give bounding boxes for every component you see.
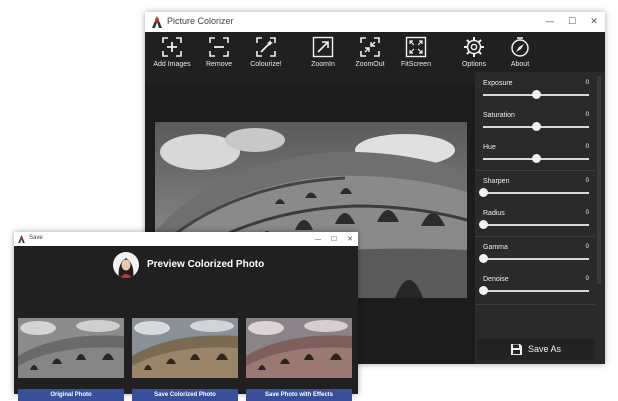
denoise-value: 0	[585, 276, 589, 282]
zoom-out-icon	[360, 37, 380, 57]
add-images-label: Add Images	[153, 61, 191, 68]
adjustments-panel: Exposure 0 Saturation 0 Hue 0 Sharpen 0 …	[475, 72, 605, 364]
app-logo-icon	[18, 235, 25, 243]
panel-divider	[475, 236, 595, 237]
save-colorized-card[interactable]: Save Colorized Photo	[132, 318, 238, 401]
radius-value: 0	[585, 210, 589, 216]
add-images-icon	[162, 37, 182, 57]
denoise-slider[interactable]: Denoise 0	[479, 276, 589, 306]
compass-icon	[511, 37, 529, 57]
preview-window: Save — ☐ ✕ Preview Colorized Photo Origi…	[14, 232, 358, 401]
slider-thumb[interactable]	[479, 254, 488, 263]
slider-thumb[interactable]	[479, 220, 488, 229]
preview-window-title: Save	[29, 235, 43, 241]
colourize-button[interactable]: Colourize!	[243, 36, 289, 68]
hue-label: Hue	[483, 144, 496, 151]
sharpen-label: Sharpen	[483, 178, 510, 185]
exposure-label: Exposure	[483, 80, 513, 87]
sharpen-value: 0	[585, 178, 589, 184]
hue-value: 0	[585, 144, 589, 150]
minimize-button[interactable]: —	[539, 12, 561, 32]
zoom-out-label: ZoomOut	[355, 61, 385, 68]
slider-thumb[interactable]	[532, 90, 541, 99]
colorized-photo-thumbnail	[132, 318, 238, 378]
gamma-value: 0	[585, 244, 589, 250]
minimize-button[interactable]: —	[310, 232, 326, 246]
slider-track[interactable]	[483, 290, 589, 292]
options-label: Options	[461, 61, 487, 68]
avatar	[113, 252, 139, 278]
fit-screen-icon	[405, 36, 427, 58]
original-photo-thumbnail	[18, 318, 124, 378]
exposure-value: 0	[585, 80, 589, 86]
saturation-slider[interactable]: Saturation 0	[483, 112, 589, 142]
main-window-title: Picture Colorizer	[167, 16, 234, 26]
maximize-button[interactable]: ☐	[326, 232, 342, 246]
save-with-effects-card[interactable]: Save Photo with Effects	[246, 318, 352, 401]
remove-icon	[209, 37, 229, 57]
save-as-label: Save As	[527, 344, 562, 354]
slider-track[interactable]	[483, 258, 589, 260]
original-photo-card[interactable]: Original Photo	[18, 318, 124, 401]
maximize-button[interactable]: ☐	[561, 12, 583, 32]
floppy-disk-icon	[510, 343, 522, 355]
radius-label: Radius	[483, 210, 505, 217]
close-button[interactable]: ✕	[583, 12, 605, 32]
zoom-in-label: ZoomIn	[311, 61, 335, 68]
slider-track[interactable]	[483, 224, 589, 226]
remove-label: Remove	[205, 61, 233, 68]
gear-icon	[464, 37, 484, 57]
effects-photo-thumbnail	[246, 318, 352, 378]
colourize-icon	[256, 37, 276, 57]
zoom-in-icon	[312, 36, 334, 58]
save-colorized-label[interactable]: Save Colorized Photo	[132, 389, 238, 401]
saturation-value: 0	[585, 112, 589, 118]
panel-divider	[475, 304, 595, 305]
add-images-button[interactable]: Add Images	[149, 36, 195, 68]
slider-track[interactable]	[483, 192, 589, 194]
zoom-in-button[interactable]: ZoomIn	[300, 36, 346, 68]
exposure-slider[interactable]: Exposure 0	[483, 80, 589, 110]
about-label: About	[510, 61, 530, 68]
original-photo-label[interactable]: Original Photo	[18, 389, 124, 401]
preview-heading: Preview Colorized Photo	[147, 259, 265, 270]
slider-thumb[interactable]	[479, 286, 488, 295]
panel-scrollbar[interactable]	[597, 76, 601, 284]
gamma-slider[interactable]: Gamma 0	[479, 244, 589, 274]
save-with-effects-label[interactable]: Save Photo with Effects	[246, 389, 352, 401]
app-logo-icon	[152, 16, 162, 28]
zoom-out-button[interactable]: ZoomOut	[347, 36, 393, 68]
save-as-button[interactable]: Save As	[477, 338, 595, 360]
sharpen-slider[interactable]: Sharpen 0	[479, 178, 589, 208]
slider-thumb[interactable]	[532, 154, 541, 163]
main-titlebar: Picture Colorizer — ☐ ✕	[145, 12, 605, 32]
gamma-label: Gamma	[483, 244, 508, 251]
preview-titlebar: Save — ☐ ✕	[14, 232, 358, 246]
saturation-label: Saturation	[483, 112, 515, 119]
slider-thumb[interactable]	[532, 122, 541, 131]
slider-thumb[interactable]	[479, 188, 488, 197]
close-button[interactable]: ✕	[342, 232, 358, 246]
denoise-label: Denoise	[483, 276, 509, 283]
remove-button[interactable]: Remove	[196, 36, 242, 68]
fit-screen-label: FitScreen	[401, 61, 431, 68]
about-button[interactable]: About	[497, 36, 543, 68]
fit-screen-button[interactable]: FitScreen	[393, 36, 439, 68]
options-button[interactable]: Options	[451, 36, 497, 68]
colourize-label: Colourize!	[250, 61, 282, 68]
panel-divider	[475, 170, 595, 171]
